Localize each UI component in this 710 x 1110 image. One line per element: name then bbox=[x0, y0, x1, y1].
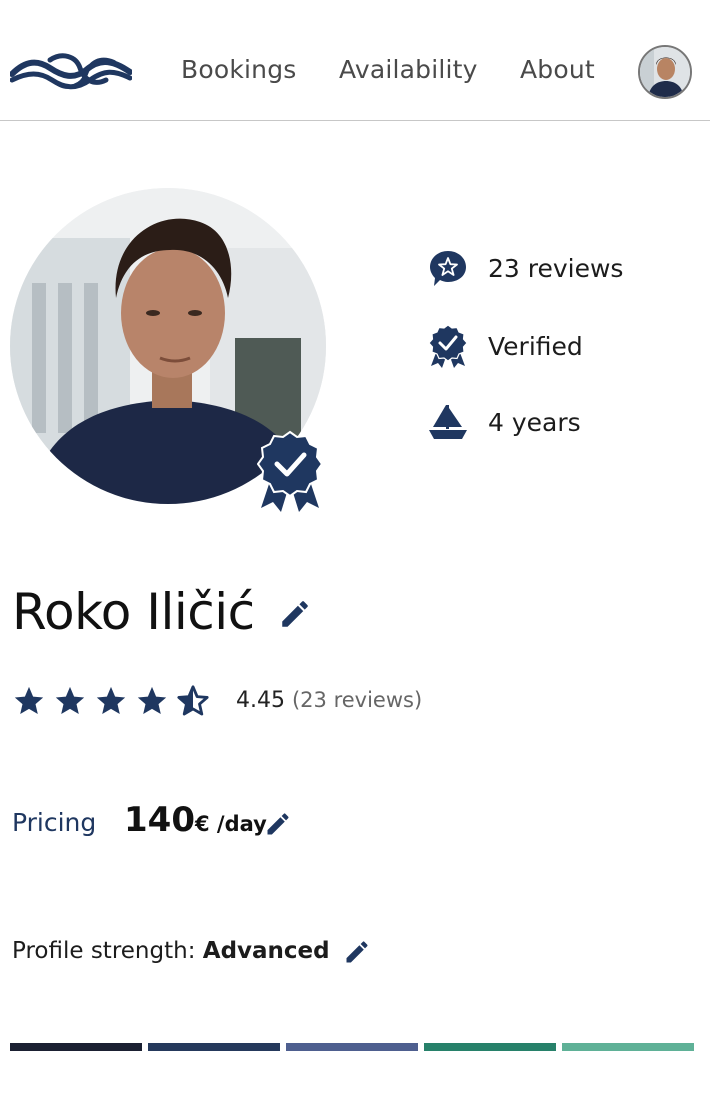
star-half-icon bbox=[177, 685, 209, 716]
star-filled-icon bbox=[55, 686, 85, 715]
profile-strength-label: Profile strength: bbox=[12, 938, 196, 964]
strength-segment bbox=[424, 1043, 556, 1051]
price-unit: € /day bbox=[194, 812, 267, 836]
stat-experience-text: 4 years bbox=[488, 407, 581, 437]
stat-verified: Verified bbox=[428, 324, 583, 368]
price: 140€ /day bbox=[124, 800, 267, 840]
rating-count: (23 reviews) bbox=[291, 688, 423, 712]
rating-stars bbox=[12, 684, 217, 718]
verified-badge-icon bbox=[428, 324, 468, 368]
sailboat-icon bbox=[428, 402, 468, 442]
navbar: Bookings Availability About bbox=[0, 0, 710, 121]
verified-badge-icon bbox=[257, 430, 323, 512]
rating-summary: 4.45 (23 reviews) bbox=[236, 688, 422, 713]
profile-strength-bar bbox=[10, 1043, 694, 1051]
edit-strength-pencil-icon[interactable] bbox=[343, 938, 371, 966]
strength-segment bbox=[148, 1043, 280, 1051]
avatar-portrait-icon bbox=[640, 47, 690, 97]
star-filled-icon bbox=[96, 686, 126, 715]
star-filled-icon bbox=[14, 686, 44, 715]
nav-link-about[interactable]: About bbox=[520, 55, 595, 84]
edit-name-pencil-icon[interactable] bbox=[278, 597, 312, 631]
stat-reviews-text: 23 reviews bbox=[488, 253, 624, 283]
strength-segment bbox=[10, 1043, 142, 1051]
price-amount: 140 bbox=[124, 800, 195, 840]
nav-link-bookings[interactable]: Bookings bbox=[181, 55, 297, 84]
strength-segment bbox=[562, 1043, 694, 1051]
stat-verified-text: Verified bbox=[488, 331, 583, 361]
stat-experience: 4 years bbox=[428, 400, 581, 444]
profile-name: Roko Iličić bbox=[12, 583, 255, 641]
rating-value: 4.45 bbox=[236, 688, 285, 713]
brand-logo-icon[interactable] bbox=[10, 50, 132, 92]
user-avatar[interactable] bbox=[638, 45, 692, 99]
edit-price-pencil-icon[interactable] bbox=[264, 810, 292, 838]
pricing-label: Pricing bbox=[12, 808, 97, 837]
nav-link-availability[interactable]: Availability bbox=[339, 55, 478, 84]
profile-strength: Profile strength: Advanced bbox=[12, 938, 330, 964]
star-chat-icon bbox=[428, 248, 468, 288]
strength-segment bbox=[286, 1043, 418, 1051]
star-filled-icon bbox=[137, 686, 167, 715]
stat-reviews: 23 reviews bbox=[428, 246, 623, 290]
profile-strength-value: Advanced bbox=[202, 938, 330, 964]
